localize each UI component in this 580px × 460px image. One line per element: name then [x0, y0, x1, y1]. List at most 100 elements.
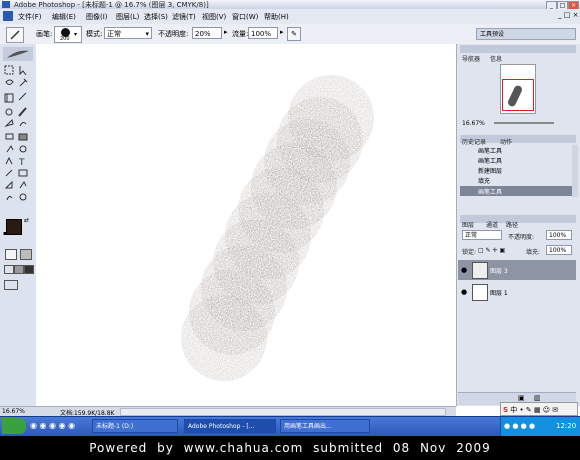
tab-info[interactable]: 信息	[490, 54, 502, 63]
ime-logo-icon: S	[503, 406, 509, 414]
lasso-tool-icon	[5, 79, 14, 85]
menu-image[interactable]: 图像(I)	[86, 12, 108, 22]
ime-toolbar[interactable]: S 中 • ✎ ▦ ☺ ✉	[500, 402, 578, 416]
eraser-tool-icon	[5, 133, 14, 140]
marquee-tool-icon	[4, 65, 14, 75]
menu-file[interactable]: 文件(F)	[18, 12, 42, 22]
magic-wand-icon	[19, 78, 28, 87]
photoshop-logo-icon	[2, 1, 10, 8]
mode-label: 模式:	[86, 30, 103, 38]
navigator-zoom[interactable]: 16.67%	[462, 120, 485, 127]
menu-help[interactable]: 帮助(H)	[264, 12, 289, 22]
taskbar-task[interactable]: 未标题-1 (D:)	[92, 419, 178, 433]
app-menu-icon[interactable]	[3, 11, 13, 21]
history-item-label: 新建图层	[478, 168, 503, 175]
taskbar-task-active[interactable]: Adobe Photoshop - [...	[184, 419, 276, 433]
start-button[interactable]	[2, 418, 26, 434]
layer-row[interactable]: ● 图层 1	[458, 282, 576, 302]
tab-layers[interactable]: 图层	[462, 220, 474, 229]
chevron-down-icon: ▾	[74, 31, 78, 38]
trash-icon[interactable]: ▥	[534, 394, 541, 402]
new-layer-icon[interactable]: ▣	[518, 394, 525, 402]
brush-dabs	[181, 75, 374, 381]
history-scrollbar[interactable]	[572, 145, 578, 197]
quickmask-mode-button[interactable]	[20, 249, 32, 260]
airbrush-icon[interactable]: ✎	[287, 27, 301, 41]
toolbox-header	[3, 47, 33, 61]
brush-picker[interactable]: 200 ▾	[54, 26, 82, 43]
history-item-label: 填充	[478, 178, 491, 185]
mode-select[interactable]: 正常 ▾	[104, 27, 152, 39]
menu-view[interactable]: 视图(V)	[202, 12, 226, 22]
menu-edit[interactable]: 编辑(E)	[52, 12, 76, 22]
navigator-thumbnail[interactable]	[500, 64, 536, 114]
layer-thumbnail	[472, 262, 488, 279]
screen-mode-full-icon[interactable]	[24, 265, 34, 274]
opacity-slider-arrow-icon[interactable]: ▸	[224, 28, 228, 36]
history-item-selected[interactable]: 画笔工具	[460, 186, 572, 196]
horizontal-scrollbar[interactable]	[120, 408, 446, 416]
jump-to-imageready-icon[interactable]	[4, 280, 18, 290]
history-item[interactable]: 画笔工具	[460, 145, 576, 155]
opacity-input[interactable]: 20%	[192, 27, 222, 39]
eye-icon[interactable]: ●	[461, 266, 467, 274]
eye-icon[interactable]: ●	[461, 288, 467, 296]
default-colors-icon[interactable]: ▪	[3, 230, 7, 237]
history-item-label: 画笔工具	[478, 158, 503, 165]
tray-icons[interactable]: ● ● ● ●	[504, 422, 535, 430]
opacity-label: 不透明度:	[158, 30, 189, 38]
menu-window[interactable]: 窗口(W)	[232, 12, 258, 22]
notes-tool-icon	[4, 180, 13, 189]
zoom-level[interactable]: 16.67%	[2, 408, 25, 415]
standard-mode-button[interactable]	[5, 249, 17, 260]
swap-colors-icon[interactable]: ⇄	[24, 217, 29, 224]
flow-slider-arrow-icon[interactable]: ▸	[280, 28, 284, 36]
flow-label: 流量:	[232, 30, 249, 38]
tool-preset-picker[interactable]	[6, 27, 24, 43]
flow-input[interactable]: 100%	[248, 27, 278, 39]
tab-navigator[interactable]: 导航器	[462, 54, 480, 63]
menu-select[interactable]: 选择(S)	[144, 12, 168, 22]
doc-window-controls[interactable]: _ □ ×	[558, 11, 578, 19]
navigator-titlebar	[460, 45, 576, 53]
path-select-icon	[5, 156, 13, 165]
fill-input[interactable]: 100%	[546, 245, 572, 255]
lock-icons[interactable]: □ ✎ ✛ ▣	[478, 247, 505, 254]
shape-tool-icon	[18, 169, 28, 177]
fill-label: 填充:	[526, 249, 541, 256]
quicklaunch-icons[interactable]: ◉ ◉ ◉ ◉ ◉	[30, 421, 75, 430]
tool-grid: T	[4, 65, 28, 201]
menu-layer[interactable]: 图层(L)	[116, 12, 139, 22]
history-item-label: 画笔工具	[478, 148, 503, 155]
screen-mode-full-menu-icon[interactable]	[14, 265, 24, 274]
gradient-tool-icon	[18, 133, 28, 141]
history-item[interactable]: 画笔工具	[460, 155, 576, 165]
brush-dab	[181, 295, 267, 381]
layers-panel	[456, 214, 580, 406]
foreground-color-swatch[interactable]	[6, 219, 22, 235]
history-item[interactable]: 新建图层	[460, 165, 576, 175]
dodge-tool-icon	[19, 145, 27, 153]
brush-label: 画笔:	[36, 30, 53, 38]
palette-well[interactable]: 工具预设	[476, 28, 576, 40]
layer-opacity-input[interactable]: 100%	[546, 230, 572, 240]
screen-mode-standard-icon[interactable]	[4, 265, 14, 274]
history-item[interactable]: 填充	[460, 175, 576, 185]
crop-tool-icon	[4, 93, 14, 103]
taskbar-task[interactable]: 用画笔工具画出...	[280, 419, 370, 433]
navigator-zoom-slider[interactable]	[494, 122, 554, 124]
tab-paths[interactable]: 路径	[506, 220, 518, 229]
blend-mode-select[interactable]: 正常	[462, 230, 502, 240]
move-tool-icon	[19, 66, 27, 76]
healing-brush-icon	[5, 108, 13, 116]
type-tool-icon: T	[18, 158, 25, 168]
hand-tool-icon	[6, 195, 13, 201]
tab-channels[interactable]: 通道	[486, 220, 498, 229]
brush-size-value: 200	[60, 36, 70, 42]
slice-tool-icon	[18, 92, 27, 101]
menu-filter[interactable]: 滤镜(T)	[172, 12, 196, 22]
feather-icon	[7, 50, 29, 58]
layer-row-selected[interactable]: ● 图层 3	[458, 260, 576, 280]
brush-tool-icon	[18, 107, 27, 117]
eyedropper-icon	[19, 181, 27, 189]
